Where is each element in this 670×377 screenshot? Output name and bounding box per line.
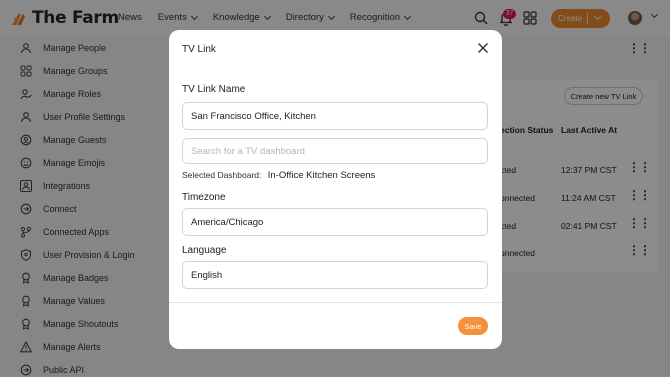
selected-dashboard-value: In-Office Kitchen Screens bbox=[267, 170, 376, 181]
language-label: Language bbox=[182, 245, 227, 256]
tv-link-name-label: TV Link Name bbox=[182, 84, 246, 95]
dialog-footer-divider bbox=[169, 302, 502, 303]
save-button[interactable]: Save bbox=[458, 317, 488, 335]
selected-dashboard: Selected Dashboard: In-Office Kitchen Sc… bbox=[182, 170, 375, 181]
close-icon[interactable] bbox=[477, 42, 489, 54]
dialog-title: TV Link bbox=[182, 44, 216, 55]
dashboard-search-input[interactable]: Search for a TV dashboard bbox=[182, 138, 488, 164]
timezone-field[interactable]: America/Chicago bbox=[182, 208, 488, 236]
tv-link-dialog: TV Link TV Link Name San Francisco Offic… bbox=[169, 30, 502, 349]
selected-dashboard-label: Selected Dashboard: bbox=[182, 170, 262, 180]
timezone-label: Timezone bbox=[182, 192, 226, 203]
tv-link-name-input[interactable]: San Francisco Office, Kitchen bbox=[182, 102, 488, 130]
language-field[interactable]: English bbox=[182, 261, 488, 289]
